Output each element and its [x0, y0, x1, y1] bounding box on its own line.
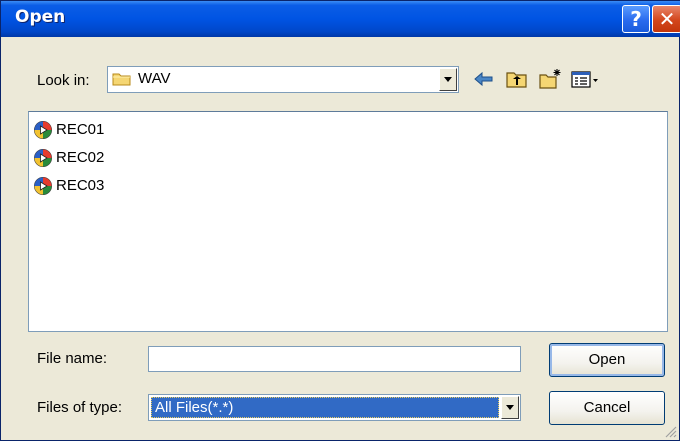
up-folder-icon[interactable]	[505, 67, 529, 91]
look-in-label: Look in:	[37, 72, 90, 89]
file-name-label: File name:	[37, 350, 108, 367]
help-button[interactable]: ?	[622, 5, 650, 33]
file-name-input[interactable]	[148, 346, 521, 372]
file-name: REC03	[56, 177, 105, 194]
cancel-button[interactable]: Cancel	[549, 391, 665, 425]
folder-icon	[112, 73, 131, 86]
media-file-icon	[34, 177, 52, 195]
files-of-type-label: Files of type:	[37, 399, 123, 416]
open-button[interactable]: Open	[549, 343, 665, 377]
look-in-dropdown-arrow[interactable]	[439, 68, 457, 91]
back-arrow-icon[interactable]	[472, 67, 496, 91]
files-of-type-value: All Files(*.*)	[151, 397, 499, 418]
title-bar[interactable]: Open ? ✕	[1, 1, 680, 37]
media-file-icon	[34, 149, 52, 167]
new-folder-icon[interactable]	[538, 67, 562, 91]
window-title: Open	[15, 7, 66, 27]
file-name: REC02	[56, 149, 105, 166]
view-menu-icon[interactable]	[570, 67, 602, 91]
media-file-icon	[34, 121, 52, 139]
open-dialog: Open ? ✕ Look in: WAV REC01 REC02 REC03 …	[0, 0, 680, 441]
files-of-type-dropdown-arrow[interactable]	[501, 396, 519, 419]
chevron-down-icon	[506, 405, 514, 410]
files-of-type-dropdown[interactable]: All Files(*.*)	[148, 394, 521, 421]
look-in-dropdown[interactable]: WAV	[107, 66, 459, 93]
close-button[interactable]: ✕	[652, 5, 680, 33]
file-name: REC01	[56, 121, 105, 138]
resize-grip-icon[interactable]	[663, 424, 677, 438]
file-list[interactable]: REC01 REC02 REC03	[28, 111, 668, 332]
look-in-value: WAV	[138, 70, 171, 87]
chevron-down-icon	[444, 77, 452, 82]
